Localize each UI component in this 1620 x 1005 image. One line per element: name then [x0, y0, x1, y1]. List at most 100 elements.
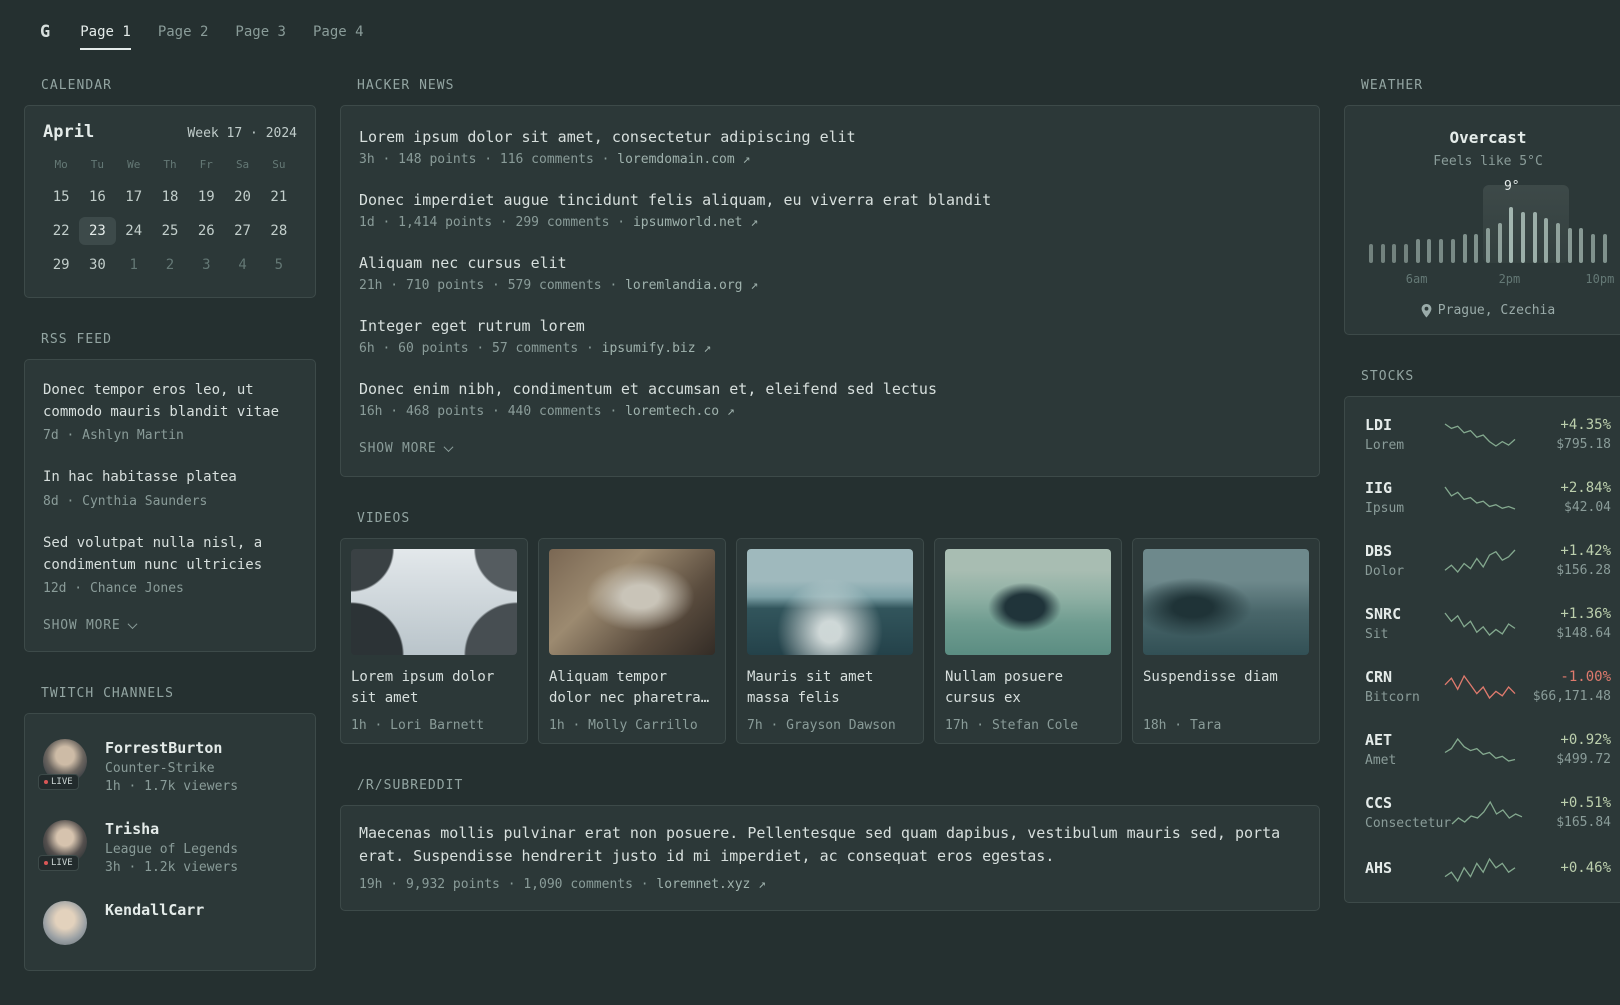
video-thumbnail[interactable]: [1143, 549, 1309, 655]
stock-sparkline-chart: [1444, 422, 1516, 448]
calendar-week-year: Week 17 · 2024: [187, 126, 297, 141]
live-badge: LIVE: [38, 855, 79, 872]
stock-change: +0.92%: [1560, 732, 1611, 748]
rss-item-meta: 8d · Cynthia Saunders: [43, 494, 208, 510]
hn-item-title[interactable]: Lorem ipsum dolor sit amet, consectetur …: [359, 128, 1301, 146]
rss-item-meta: 12d · Chance Jones: [43, 581, 184, 597]
twitch-channel-name[interactable]: Trisha: [105, 820, 238, 838]
hn-item-title[interactable]: Donec enim nibh, condimentum et accumsan…: [359, 380, 1301, 398]
stock-change: +1.36%: [1560, 606, 1611, 622]
calendar-section-title: CALENDAR: [41, 78, 112, 93]
stock-row[interactable]: IIG Ipsum +2.84% $42.04: [1365, 466, 1611, 529]
video-title[interactable]: Nullam posuere cursus ex: [945, 667, 1111, 709]
video-thumbnail[interactable]: [945, 549, 1111, 655]
rss-item[interactable]: Donec tempor eros leo, ut commodo mauris…: [43, 368, 297, 455]
stock-row[interactable]: CRN Bitcorn -1.00% $66,171.48: [1365, 655, 1611, 718]
stock-row[interactable]: AET Amet +0.92% $499.72: [1365, 718, 1611, 781]
stock-sparkline-chart: [1444, 548, 1516, 574]
calendar-day: 15: [52, 189, 70, 205]
stock-row[interactable]: LDI Lorem +4.35% $795.18: [1365, 403, 1611, 466]
video-thumbnail[interactable]: [351, 549, 517, 655]
video-meta: 1h · Lori Barnett: [351, 718, 485, 733]
tab-page-2[interactable]: Page 2: [158, 14, 209, 50]
calendar-day: 24: [125, 223, 143, 239]
hn-item: Integer eget rutrum lorem 6h · 60 points…: [359, 305, 1301, 368]
twitch-channel-name[interactable]: KendallCarr: [105, 901, 204, 919]
stock-name: Sit: [1365, 627, 1389, 642]
calendar-day-next-month: 2: [165, 257, 175, 273]
video-card[interactable]: Nullam posuere cursus ex 17h · Stefan Co…: [934, 538, 1122, 744]
video-title[interactable]: Lorem ipsum dolor sit amet consectetu…: [351, 667, 517, 709]
subreddit-post-domain-link[interactable]: loremnet.xyz ↗: [656, 877, 766, 892]
calendar-day-selected: 23: [79, 217, 116, 245]
twitch-channel-row[interactable]: LIVE Trisha League of Legends 3h · 1.2k …: [38, 807, 297, 888]
tab-page-1[interactable]: Page 1: [80, 14, 131, 50]
subreddit-post-stats: 19h · 9,932 points · 1,090 comments ·: [359, 876, 649, 892]
hn-item: Aliquam nec cursus elit 21h · 710 points…: [359, 242, 1301, 305]
stocks-section: STOCKS LDI Lorem +4.35% $795.18 IIG Ipsu…: [1344, 369, 1620, 903]
app-logo[interactable]: G: [40, 22, 50, 42]
hn-item-domain-link[interactable]: loremtech.co ↗: [625, 404, 735, 419]
twitch-channel-row[interactable]: KendallCarr: [43, 888, 297, 958]
stock-row[interactable]: AHS +0.46%: [1365, 844, 1611, 896]
hn-item: Donec imperdiet augue tincidunt felis al…: [359, 179, 1301, 242]
video-title[interactable]: Mauris sit amet massa felis: [747, 667, 913, 709]
twitch-channel-name[interactable]: ForrestBurton: [105, 739, 238, 757]
hn-item-title[interactable]: Aliquam nec cursus elit: [359, 254, 1301, 272]
stock-row[interactable]: SNRC Sit +1.36% $148.64: [1365, 592, 1611, 655]
video-card[interactable]: Lorem ipsum dolor sit amet consectetu… 1…: [340, 538, 528, 744]
rss-item-title[interactable]: Donec tempor eros leo, ut commodo mauris…: [43, 380, 297, 423]
calendar-day-next-month: 3: [202, 257, 211, 273]
hn-item-title[interactable]: Donec imperdiet augue tincidunt felis al…: [359, 191, 1301, 209]
stock-symbol: AET: [1365, 731, 1393, 749]
stock-price: $795.18: [1556, 437, 1611, 452]
weather-location-label: Prague, Czechia: [1437, 303, 1556, 318]
video-meta: 18h · Tara: [1143, 718, 1222, 733]
tab-page-4[interactable]: Page 4: [313, 14, 364, 50]
hn-item-meta: 21h · 710 points · 579 comments · loreml…: [359, 278, 1301, 293]
hn-item-domain-link[interactable]: ipsumworld.net ↗: [633, 215, 758, 230]
stock-price: $165.84: [1556, 815, 1611, 830]
rss-item-title[interactable]: In hac habitasse platea: [43, 467, 297, 489]
stock-id: LDI Lorem: [1365, 416, 1444, 453]
stocks-widget: LDI Lorem +4.35% $795.18 IIG Ipsum +2.84…: [1344, 396, 1620, 903]
video-title[interactable]: Suspendisse diam: [1143, 667, 1309, 709]
stock-name: Amet: [1365, 753, 1397, 768]
twitch-channel-meta: 3h · 1.2k viewers: [105, 860, 239, 876]
rss-item[interactable]: In hac habitasse platea 8d · Cynthia Sau…: [43, 455, 297, 521]
hn-item-domain-link[interactable]: loremlandia.org ↗: [625, 278, 758, 293]
tab-page-3[interactable]: Page 3: [235, 14, 286, 50]
hn-item-stats: 3h · 148 points · 116 comments ·: [359, 152, 610, 167]
video-card[interactable]: Aliquam tempor dolor nec pharetra… 1h · …: [538, 538, 726, 744]
twitch-channel-row[interactable]: LIVE ForrestBurton Counter-Strike 1h · 1…: [38, 726, 297, 807]
video-meta: 1h · Molly Carrillo: [549, 718, 698, 733]
hn-item-domain-link[interactable]: loremdomain.com ↗: [617, 152, 750, 167]
video-title[interactable]: Aliquam tempor dolor nec pharetra…: [549, 667, 715, 709]
stock-row[interactable]: CCS Consectetur +0.51% $165.84: [1365, 781, 1611, 844]
video-thumbnail[interactable]: [549, 549, 715, 655]
twitch-channel-game: League of Legends: [105, 842, 239, 858]
video-card[interactable]: Suspendisse diam 18h · Tara: [1132, 538, 1320, 744]
subreddit-post-title[interactable]: Maecenas mollis pulvinar erat non posuer…: [359, 822, 1301, 869]
hn-item-title[interactable]: Integer eget rutrum lorem: [359, 317, 1301, 335]
top-bar: G Page 1 Page 2 Page 3 Page 4: [0, 0, 1620, 64]
hn-item-meta: 3h · 148 points · 116 comments · loremdo…: [359, 152, 1301, 167]
stock-row[interactable]: DBS Dolor +1.42% $156.28: [1365, 529, 1611, 592]
weekday-label: We: [127, 158, 141, 171]
video-thumbnail[interactable]: [747, 549, 913, 655]
hn-show-more-button[interactable]: SHOW MORE: [359, 431, 454, 470]
calendar-day: 20: [234, 189, 251, 205]
rss-item-title[interactable]: Sed volutpat nulla nisl, a condimentum n…: [43, 533, 297, 576]
subreddit-section: /R/SUBREDDIT Maecenas mollis pulvinar er…: [340, 778, 1320, 911]
video-card[interactable]: Mauris sit amet massa felis 7h · Grayson…: [736, 538, 924, 744]
stock-name: Dolor: [1365, 564, 1405, 579]
hacker-news-section-title: HACKER NEWS: [357, 78, 455, 93]
rss-item[interactable]: Sed volutpat nulla nisl, a condimentum n…: [43, 521, 297, 608]
twitch-section: TWITCH CHANNELS LIVE ForrestBurton Count…: [24, 686, 316, 972]
weather-widget: Overcast Feels like 5°C 9° 6am 2pm 10pm: [1344, 105, 1620, 335]
time-label: 2pm: [1498, 272, 1521, 286]
rss-show-more-button[interactable]: SHOW MORE: [43, 608, 138, 647]
hacker-news-widget: Lorem ipsum dolor sit amet, consectetur …: [340, 105, 1320, 477]
subreddit-widget: Maecenas mollis pulvinar erat non posuer…: [340, 805, 1320, 911]
hn-item-domain-link[interactable]: ipsumify.biz ↗: [602, 341, 712, 356]
